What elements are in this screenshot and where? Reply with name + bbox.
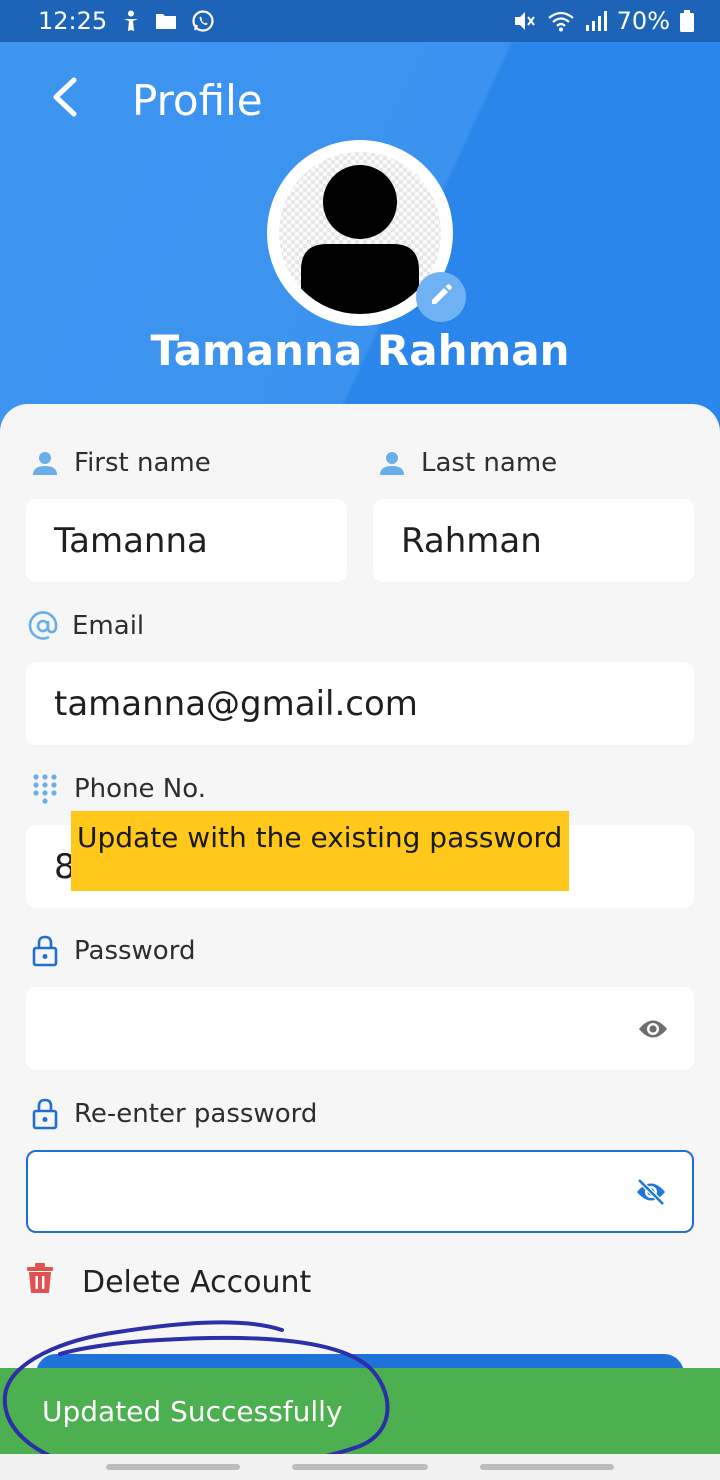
whatsapp-icon <box>191 9 215 33</box>
snackbar: Updated Successfully <box>0 1368 720 1454</box>
system-nav-bar <box>0 1454 720 1480</box>
pencil-icon <box>428 282 454 312</box>
delete-account-button[interactable]: Delete Account <box>26 1262 311 1302</box>
first-name-value: Tamanna <box>54 520 208 561</box>
password-label-row: Password <box>30 935 196 967</box>
profile-header: Profile Tamanna Rahman <box>0 42 720 442</box>
last-name-value: Rahman <box>401 520 542 561</box>
delete-account-label: Delete Account <box>82 1264 312 1300</box>
trash-icon <box>26 1262 54 1302</box>
edit-avatar-button[interactable] <box>416 272 466 322</box>
eye-icon[interactable] <box>636 1012 670 1046</box>
last-name-label-row: Last name <box>377 448 557 478</box>
lock-icon <box>30 935 60 967</box>
status-bar: 12:25 70% <box>0 0 720 42</box>
status-time: 12:25 <box>38 7 108 35</box>
wifi-icon <box>547 10 575 32</box>
back-button[interactable] <box>38 72 92 126</box>
reenter-password-label: Re-enter password <box>74 1099 318 1129</box>
signal-icon <box>585 11 607 31</box>
battery-icon <box>680 10 694 32</box>
person-icon <box>30 448 60 478</box>
email-value: tamanna@gmail.com <box>54 683 418 724</box>
person-icon <box>377 448 407 478</box>
password-label: Password <box>74 936 196 966</box>
last-name-label: Last name <box>421 448 558 478</box>
password-hint-tooltip: Update with the existing password <box>71 811 569 891</box>
nav-back-button[interactable] <box>480 1464 614 1470</box>
page-title: Profile <box>132 76 263 125</box>
password-field[interactable] <box>26 987 694 1070</box>
nav-home-button[interactable] <box>292 1464 428 1470</box>
first-name-field[interactable]: Tamanna <box>26 499 347 582</box>
accessibility-icon <box>121 10 141 32</box>
mute-icon <box>513 10 537 32</box>
reenter-password-field[interactable] <box>26 1150 694 1233</box>
reenter-password-label-row: Re-enter password <box>30 1098 318 1130</box>
nav-recents-button[interactable] <box>106 1464 240 1470</box>
dialpad-icon <box>30 774 60 804</box>
chevron-left-icon <box>50 76 80 122</box>
first-name-label-row: First name <box>30 448 211 478</box>
profile-user-name: Tamanna Rahman <box>150 326 570 375</box>
battery-percent: 70% <box>616 7 670 35</box>
lock-icon <box>30 1098 60 1130</box>
snackbar-message: Updated Successfully <box>42 1394 343 1428</box>
phone-label: Phone No. <box>74 774 206 804</box>
phone-label-row: Phone No. <box>30 774 206 804</box>
email-label-row: Email <box>28 611 144 641</box>
email-label: Email <box>72 611 145 641</box>
last-name-field[interactable]: Rahman <box>373 499 694 582</box>
at-icon <box>28 611 58 641</box>
first-name-label: First name <box>74 448 211 478</box>
folder-icon <box>155 12 177 30</box>
eye-off-icon[interactable] <box>634 1175 668 1209</box>
email-field[interactable]: tamanna@gmail.com <box>26 662 694 745</box>
